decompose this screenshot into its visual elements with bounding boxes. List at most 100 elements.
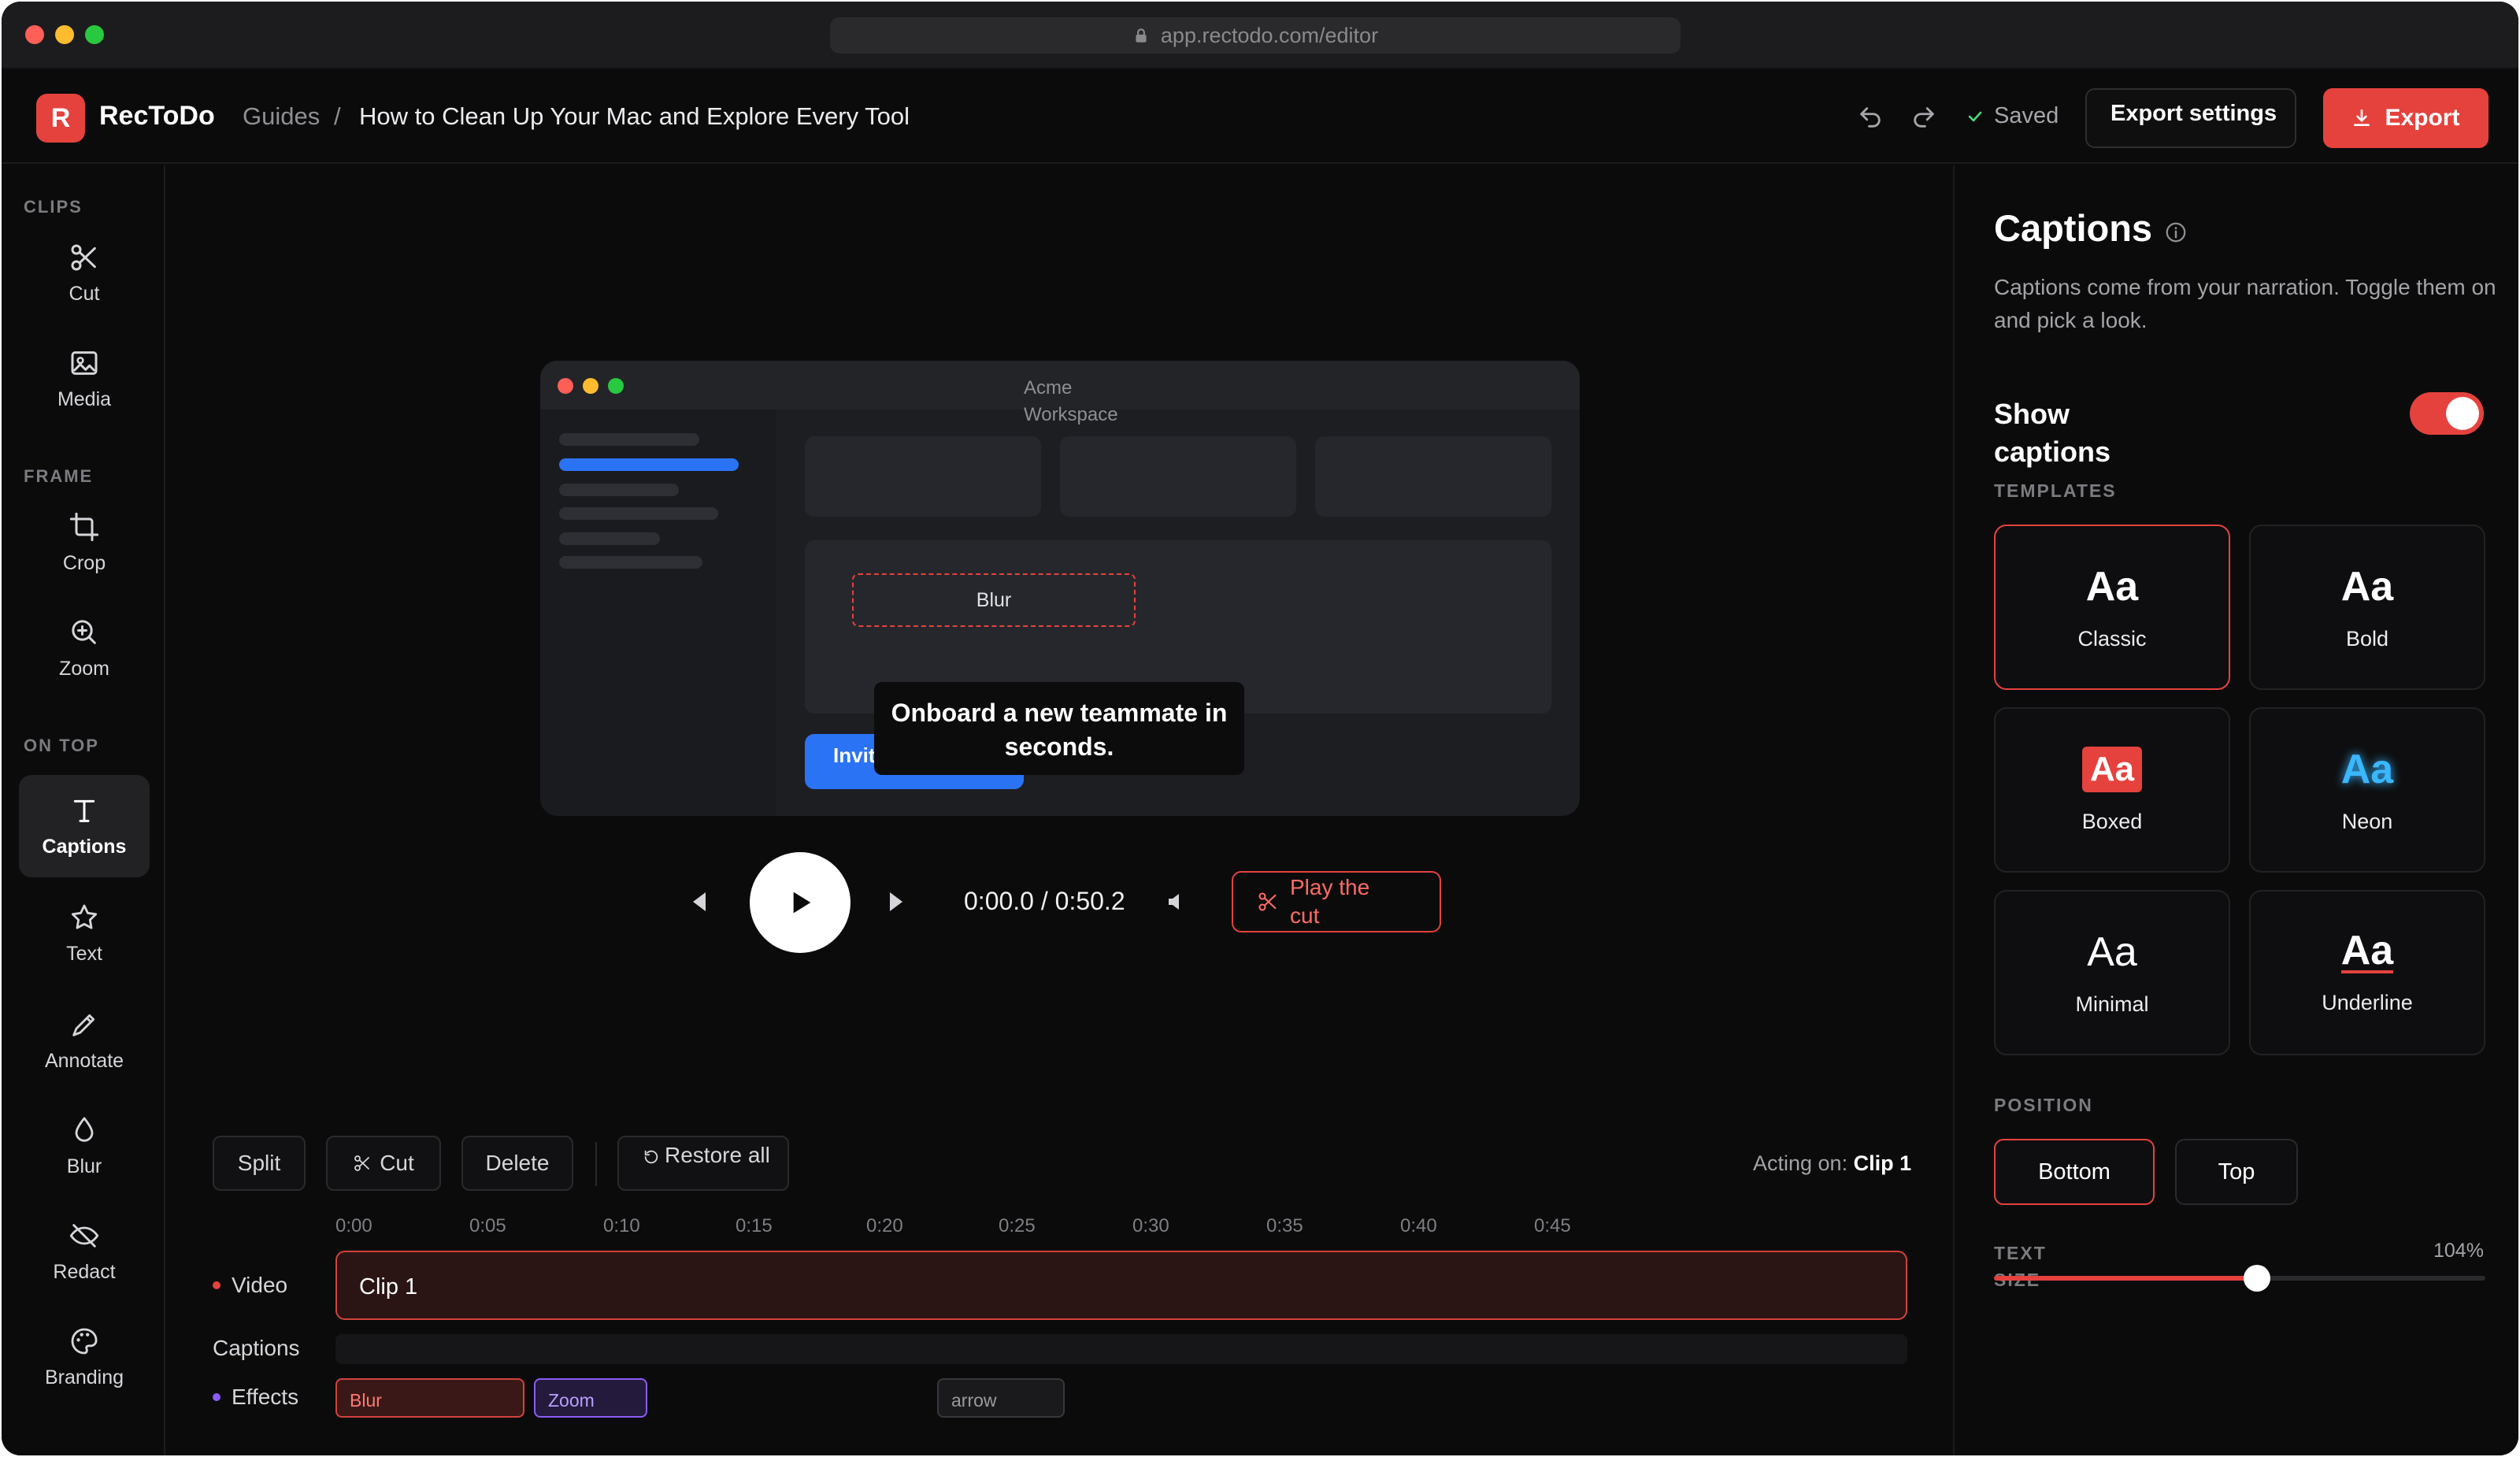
preview-card bbox=[1060, 436, 1296, 517]
tool-blur-label: Blur bbox=[66, 1155, 102, 1177]
template-sample: Aa bbox=[2340, 746, 2394, 792]
position-bottom-button[interactable]: Bottom bbox=[1994, 1139, 2155, 1205]
play-button[interactable] bbox=[750, 852, 850, 953]
palette-icon bbox=[71, 1328, 98, 1354]
tool-branding[interactable]: Branding bbox=[19, 1306, 150, 1408]
ruler-tick: 0:40 bbox=[1400, 1215, 1437, 1236]
tool-captions-label: Captions bbox=[42, 835, 127, 858]
image-icon bbox=[71, 350, 98, 375]
browser-chrome: app.rectodo.com/editor bbox=[2, 2, 2518, 69]
blur-region[interactable]: Blur bbox=[852, 573, 1136, 627]
breadcrumb-guides[interactable]: Guides bbox=[243, 102, 320, 131]
track-label-video: Video bbox=[213, 1273, 287, 1298]
delete-button[interactable]: Delete bbox=[461, 1136, 573, 1191]
scissors-icon bbox=[71, 244, 96, 270]
panel-description: Captions come from your narration. Toggl… bbox=[1994, 275, 2496, 332]
close-window-button[interactable] bbox=[25, 25, 44, 44]
tool-cut-label: Cut bbox=[69, 282, 100, 305]
preview-card bbox=[805, 436, 1041, 517]
preview-sidebar bbox=[540, 410, 776, 816]
show-captions-toggle[interactable] bbox=[2410, 392, 2484, 435]
export-button[interactable]: Export bbox=[2323, 88, 2488, 148]
play-the-cut-button[interactable]: Play the cut bbox=[1232, 871, 1441, 932]
effects-track-dot bbox=[213, 1393, 220, 1401]
effect-blur[interactable]: Blur bbox=[335, 1378, 524, 1418]
text-size-fill bbox=[1994, 1276, 2257, 1281]
cut-button[interactable]: Cut bbox=[326, 1136, 441, 1191]
caption-overlay[interactable]: Onboard a new teammate in seconds. bbox=[874, 682, 1244, 775]
restore-all-button[interactable]: Restore all bbox=[617, 1136, 789, 1191]
preview-green-dot bbox=[608, 378, 624, 394]
preview-window-title: Acme Workspace bbox=[1024, 377, 1118, 425]
template-label: Boxed bbox=[2081, 809, 2143, 833]
track-label-captions: Captions bbox=[213, 1336, 300, 1361]
next-frame-icon[interactable] bbox=[887, 890, 907, 914]
ruler-tick: 0:20 bbox=[866, 1215, 903, 1236]
url-text: app.rectodo.com/editor bbox=[1160, 23, 1379, 47]
redo-icon[interactable] bbox=[1910, 104, 1937, 131]
video-clip[interactable]: Clip 1 bbox=[335, 1251, 1907, 1320]
template-boxed[interactable]: Aa Boxed bbox=[1994, 707, 2230, 873]
saved-label: Saved bbox=[1994, 103, 2059, 128]
previous-frame-icon[interactable] bbox=[688, 890, 709, 914]
type-icon bbox=[73, 799, 95, 822]
split-button[interactable]: Split bbox=[213, 1136, 306, 1191]
tool-text[interactable]: Text bbox=[19, 882, 150, 984]
video-preview[interactable]: Acme Workspace Blur Invite teammate Onbo… bbox=[540, 361, 1580, 816]
section-on-top: ON TOP bbox=[24, 736, 99, 755]
ruler-tick: 0:30 bbox=[1132, 1215, 1169, 1236]
ruler-tick: 0:05 bbox=[469, 1215, 506, 1236]
effects-track-name: Effects bbox=[232, 1385, 299, 1409]
text-size-slider[interactable] bbox=[1994, 1265, 2485, 1292]
template-sample: Aa bbox=[2340, 927, 2394, 973]
project-title: How to Clean Up Your Mac and Explore Eve… bbox=[359, 102, 910, 130]
undo-icon[interactable] bbox=[1857, 104, 1884, 131]
template-bold[interactable]: Aa Bold bbox=[2249, 525, 2485, 690]
volume-icon[interactable] bbox=[1166, 890, 1188, 914]
template-classic[interactable]: Aa Classic bbox=[1994, 525, 2230, 690]
pen-icon bbox=[72, 1014, 95, 1036]
minimize-window-button[interactable] bbox=[55, 25, 74, 44]
tool-blur[interactable]: Blur bbox=[19, 1095, 150, 1197]
tool-zoom[interactable]: Zoom bbox=[19, 597, 150, 699]
app-logo[interactable]: R bbox=[36, 94, 85, 143]
tool-redact[interactable]: Redact bbox=[19, 1200, 150, 1303]
template-minimal[interactable]: Aa Minimal bbox=[1994, 890, 2230, 1055]
template-neon[interactable]: Aa Neon bbox=[2249, 707, 2485, 873]
preview-red-dot bbox=[558, 378, 573, 394]
preview-sidebar-line bbox=[559, 433, 699, 446]
position-top-button[interactable]: Top bbox=[2175, 1139, 2298, 1205]
tool-branding-label: Branding bbox=[44, 1366, 124, 1388]
effect-zoom[interactable]: Zoom bbox=[534, 1378, 647, 1418]
text-size-value: 104% bbox=[2433, 1240, 2484, 1262]
tool-cut[interactable]: Cut bbox=[19, 222, 150, 324]
panel-title: Captions bbox=[1994, 207, 2153, 249]
address-bar[interactable]: app.rectodo.com/editor bbox=[830, 17, 1681, 54]
tool-annotate-label: Annotate bbox=[44, 1049, 124, 1072]
export-settings-button[interactable]: Export settings bbox=[2085, 88, 2296, 148]
template-label: Bold bbox=[2345, 626, 2389, 651]
eye-off-icon bbox=[69, 1223, 99, 1248]
effect-arrow[interactable]: arrow bbox=[937, 1378, 1065, 1418]
video-track-dot bbox=[213, 1281, 220, 1289]
text-size-handle[interactable] bbox=[2243, 1265, 2270, 1292]
info-icon[interactable] bbox=[2164, 221, 2188, 244]
template-underline[interactable]: Aa Underline bbox=[2249, 890, 2485, 1055]
preview-yellow-dot bbox=[583, 378, 598, 394]
tools-sidebar: CLIPS Cut Media FRAME Crop Zoom ON TOP C… bbox=[2, 165, 165, 1455]
tool-media[interactable]: Media bbox=[19, 328, 150, 430]
app-window: app.rectodo.com/editor R RecToDo Guides … bbox=[2, 2, 2518, 1455]
template-label: Classic bbox=[2077, 626, 2147, 651]
tool-zoom-label: Zoom bbox=[59, 657, 109, 680]
maximize-window-button[interactable] bbox=[85, 25, 104, 44]
tool-captions[interactable]: Captions bbox=[19, 775, 150, 877]
tool-crop[interactable]: Crop bbox=[19, 491, 150, 594]
captions-track[interactable] bbox=[335, 1334, 1907, 1364]
tool-annotate[interactable]: Annotate bbox=[19, 989, 150, 1092]
toolbar-divider bbox=[595, 1142, 597, 1186]
position-heading: POSITION bbox=[1994, 1095, 2093, 1115]
scissors-icon bbox=[354, 1155, 370, 1171]
playback-time: 0:00.0 / 0:50.2 bbox=[964, 887, 1125, 915]
section-clips: CLIPS bbox=[24, 197, 83, 217]
acting-on-prefix: Acting on: bbox=[1753, 1151, 1848, 1175]
